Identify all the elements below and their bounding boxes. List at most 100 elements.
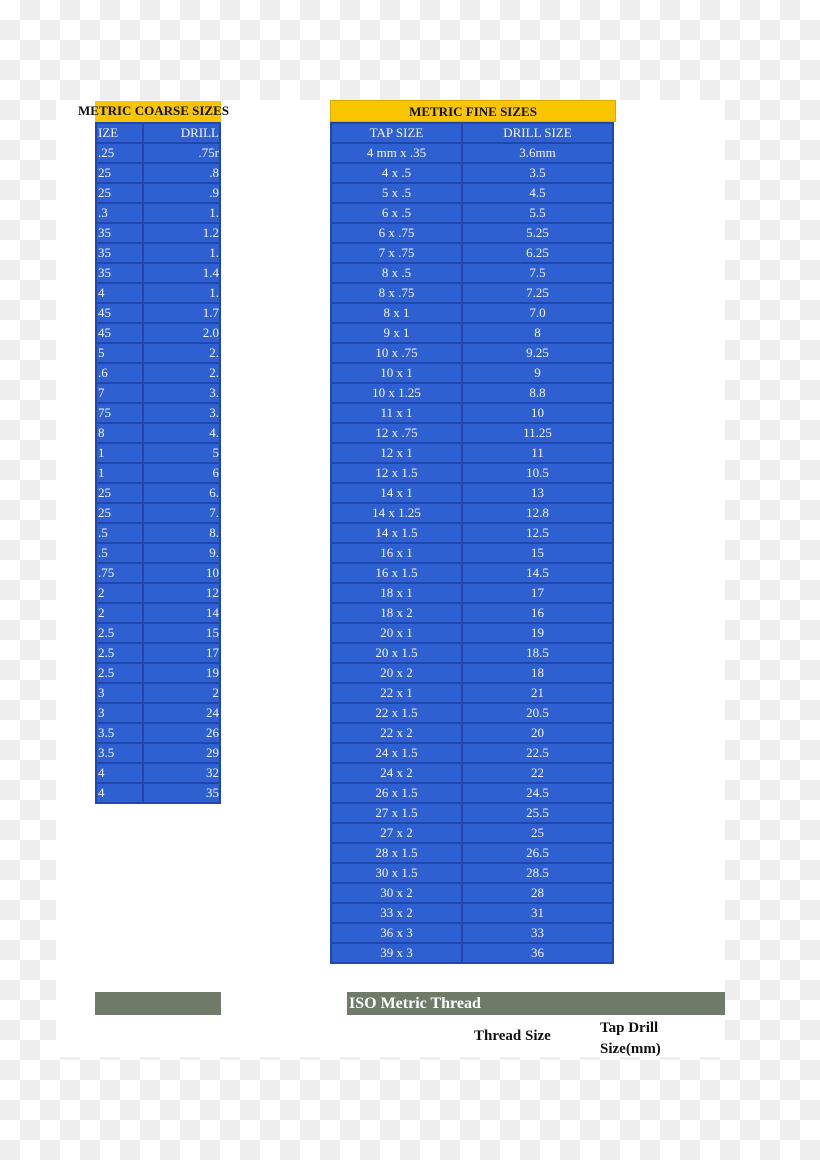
tap-size-cell: 18 x 2 (330, 602, 463, 624)
tap-size-cell: 26 x 1.5 (330, 782, 463, 804)
drill-size-cell: 28.5 (461, 862, 614, 884)
table-row: 20 x 1.5 18.5 (330, 642, 614, 664)
drill-size-cell: 1. (142, 202, 221, 224)
drill-size-cell: DRILL SIZE (461, 122, 614, 144)
drill-size-cell: 8 (461, 322, 614, 344)
drill-size-cell: 14 (142, 602, 221, 624)
drill-size-cell: 7. (142, 502, 221, 524)
table-row: 3.5 26 (95, 722, 221, 744)
drill-size-cell: 1. (142, 242, 221, 264)
tap-size-cell: 16 x 1 (330, 542, 463, 564)
tap-size-cell: 30 x 2 (330, 882, 463, 904)
tap-size-cell: 2.5 (95, 642, 145, 664)
tap-size-cell: .5 (95, 522, 145, 544)
table-row: 5 2. (95, 342, 221, 364)
tap-size-cell: 2 (95, 602, 145, 624)
tap-size-cell: 16 x 1.5 (330, 562, 463, 584)
drill-size-cell: 10 (142, 562, 221, 584)
table-row: 30 x 1.5 28.5 (330, 862, 614, 884)
table-row: 4 x .5 3.5 (330, 162, 614, 184)
table-row: 35 1.2 (95, 222, 221, 244)
table-row: 24 x 1.5 22.5 (330, 742, 614, 764)
drill-size-cell: 19 (461, 622, 614, 644)
drill-size-cell: 26 (142, 722, 221, 744)
tap-size-cell: 5 (95, 342, 145, 364)
drill-size-cell: 33 (461, 922, 614, 944)
drill-size-cell: 2. (142, 342, 221, 364)
drill-size-cell: 25.5 (461, 802, 614, 824)
tap-size-cell: 4 (95, 282, 145, 304)
table-header-row: IZE DRILL (95, 122, 221, 144)
table-row: 2.5 17 (95, 642, 221, 664)
drill-size-cell: 15 (142, 622, 221, 644)
table-row: 45 2.0 (95, 322, 221, 344)
table-row: .25.75r (95, 142, 221, 164)
drill-size-cell: 9 (461, 362, 614, 384)
tap-size-cell: 45 (95, 302, 145, 324)
thread-size-header: Thread Size (474, 1028, 551, 1044)
tap-size-cell: 4 x .5 (330, 162, 463, 184)
drill-size-cell: 12 (142, 582, 221, 604)
tap-size-cell: 12 x 1.5 (330, 462, 463, 484)
table-row: 14 x 1.25 12.8 (330, 502, 614, 524)
tap-size-cell: 2.5 (95, 622, 145, 644)
drill-size-cell: 26.5 (461, 842, 614, 864)
table-row: 30 x 2 28 (330, 882, 614, 904)
table-row: 20 x 2 18 (330, 662, 614, 684)
drill-size-cell: 14.5 (461, 562, 614, 584)
drill-size-cell: 22.5 (461, 742, 614, 764)
tap-size-cell: 1 (95, 462, 145, 484)
drill-size-cell: 11 (461, 442, 614, 464)
drill-size-cell: 1.2 (142, 222, 221, 244)
drill-size-cell: 28 (461, 882, 614, 904)
table-row: 35 1. (95, 242, 221, 264)
drill-size-cell: 35 (142, 782, 221, 804)
drill-size-cell: 3.5 (461, 162, 614, 184)
tap-size-cell: 1 (95, 442, 145, 464)
drill-size-cell: 24.5 (461, 782, 614, 804)
drill-size-cell: 5.5 (461, 202, 614, 224)
tap-size-cell: 9 x 1 (330, 322, 463, 344)
drill-size-cell: .9 (142, 182, 221, 204)
tap-size-cell: 3.5 (95, 742, 145, 764)
drill-size-cell: 3. (142, 402, 221, 424)
table-row: 12 x .75 11.25 (330, 422, 614, 444)
table-row: 27 x 1.5 25.5 (330, 802, 614, 824)
tap-size-cell: 25 (95, 182, 145, 204)
tap-size-cell: 10 x .75 (330, 342, 463, 364)
table-row: 45 1.7 (95, 302, 221, 324)
tap-size-cell: 20 x 1 (330, 622, 463, 644)
drill-size-cell: 7.0 (461, 302, 614, 324)
tap-size-cell: 10 x 1.25 (330, 382, 463, 404)
tap-size-cell: 20 x 2 (330, 662, 463, 684)
fine-table: TAP SIZE DRILL SIZE 4 mm x .35 3.6mm 4 x .5 3… (330, 122, 614, 964)
table-row: 2.5 19 (95, 662, 221, 684)
table-row: 25.9 (95, 182, 221, 204)
drill-size-cell: 4. (142, 422, 221, 444)
drill-size-cell: 16 (461, 602, 614, 624)
drill-size-cell: 18 (461, 662, 614, 684)
tap-size-cell: 3.5 (95, 722, 145, 744)
tap-size-cell: 36 x 3 (330, 922, 463, 944)
tap-size-cell: 27 x 2 (330, 822, 463, 844)
table-header-row: TAP SIZE DRILL SIZE (330, 122, 614, 144)
table-row: 4 1. (95, 282, 221, 304)
table-row: 4 35 (95, 782, 221, 804)
table-row: 10 x 19 (330, 362, 614, 384)
drill-size-cell: 31 (461, 902, 614, 924)
table-row: 22 x 1 21 (330, 682, 614, 704)
table-row: 14 x 1 13 (330, 482, 614, 504)
tap-size-cell: IZE (95, 122, 145, 144)
table-row: 25 6. (95, 482, 221, 504)
table-row: 14 x 1.5 12.5 (330, 522, 614, 544)
drill-size-cell: 17 (461, 582, 614, 604)
tap-size-cell: 39 x 3 (330, 942, 463, 964)
tap-size-cell: 27 x 1.5 (330, 802, 463, 824)
drill-size-cell: 8.8 (461, 382, 614, 404)
table-row: 4 mm x .35 3.6mm (330, 142, 614, 164)
drill-size-cell: 9. (142, 542, 221, 564)
drill-size-cell: 1.4 (142, 262, 221, 284)
table-row: 6 x .5 5.5 (330, 202, 614, 224)
drill-size-cell: .8 (142, 162, 221, 184)
fine-table-title: METRIC FINE SIZES (330, 100, 616, 122)
